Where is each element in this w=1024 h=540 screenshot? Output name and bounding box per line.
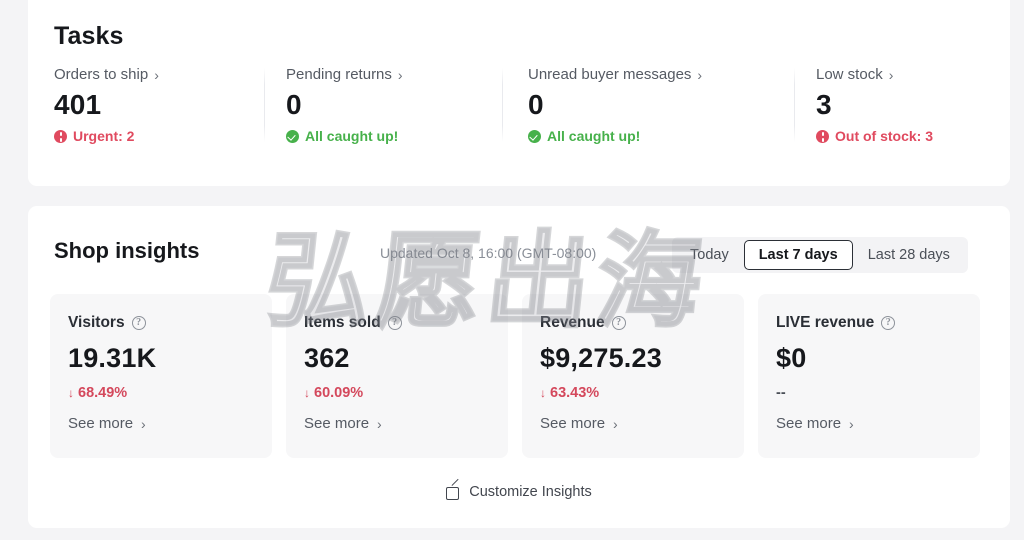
- task-item-low-stock[interactable]: Low stock › 3 Out of stock: 3: [816, 66, 1024, 144]
- chevron-right-icon: ›: [377, 415, 382, 432]
- metric-value: $0: [776, 343, 807, 373]
- task-status-text: Out of stock: 3: [835, 128, 934, 144]
- metric-header: LIVE revenue ?: [776, 314, 962, 332]
- chevron-right-icon: ›: [613, 415, 618, 432]
- task-status: All caught up!: [528, 128, 828, 144]
- task-divider: [502, 68, 503, 142]
- metric-header: Visitors ?: [68, 314, 254, 332]
- metric-header: Revenue ?: [540, 314, 726, 332]
- see-more-label: See more: [776, 415, 842, 432]
- metric-label: Items sold: [304, 314, 381, 331]
- metric-delta: ↓ 63.43%: [540, 385, 726, 401]
- alert-circle-icon: [54, 129, 67, 143]
- task-label-text: Unread buyer messages: [528, 66, 692, 83]
- question-circle-icon[interactable]: ?: [611, 316, 626, 330]
- task-label-text: Low stock: [816, 66, 883, 83]
- metric-value: 362: [304, 343, 350, 373]
- metric-delta-text: --: [776, 385, 786, 401]
- tab-last-7-days[interactable]: Last 7 days: [743, 240, 853, 270]
- see-more-label: See more: [540, 415, 606, 432]
- see-more-label: See more: [304, 415, 370, 432]
- task-divider: [794, 68, 795, 142]
- task-divider: [264, 68, 265, 142]
- metric-delta: ↓ 68.49%: [68, 385, 254, 401]
- question-circle-icon[interactable]: ?: [387, 316, 402, 330]
- task-label[interactable]: Pending returns ›: [286, 66, 522, 83]
- metric-delta-text: 63.43%: [550, 385, 600, 401]
- metric-label: Revenue: [540, 314, 605, 331]
- metric-card-visitors[interactable]: Visitors ? 19.31K ↓ 68.49% See more ›: [50, 294, 272, 458]
- metrics-row: Visitors ? 19.31K ↓ 68.49% See more › It…: [50, 294, 980, 458]
- metric-delta-text: 60.09%: [314, 385, 364, 401]
- question-circle-icon[interactable]: ?: [881, 316, 896, 330]
- see-more-link[interactable]: See more ›: [304, 415, 490, 432]
- task-status-text: Urgent: 2: [73, 128, 135, 144]
- alert-circle-icon: [816, 129, 829, 143]
- customize-insights-button[interactable]: Customize Insights: [28, 484, 1010, 500]
- task-status-text: All caught up!: [305, 128, 399, 144]
- metric-label: Visitors: [68, 314, 125, 331]
- chevron-right-icon: ›: [154, 66, 159, 83]
- task-label-text: Pending returns: [286, 66, 392, 83]
- task-value: 401: [54, 89, 102, 120]
- task-item-orders-to-ship[interactable]: Orders to ship › 401 Urgent: 2: [54, 66, 290, 144]
- date-range-tabs[interactable]: Today Last 7 days Last 28 days: [672, 237, 968, 273]
- metric-label: LIVE revenue: [776, 314, 875, 331]
- chevron-right-icon: ›: [697, 66, 703, 83]
- check-circle-icon: [286, 129, 299, 143]
- metric-delta-text: 68.49%: [78, 385, 128, 401]
- tasks-card: Tasks Orders to ship › 401 Urgent: 2 Pen…: [28, 0, 1010, 186]
- metric-value: 19.31K: [68, 343, 157, 373]
- tab-last-28-days[interactable]: Last 28 days: [853, 240, 965, 270]
- metric-card-live-revenue[interactable]: LIVE revenue ? $0 -- See more ›: [758, 294, 980, 458]
- metric-delta: ↓ 60.09%: [304, 385, 490, 401]
- edit-square-icon: [446, 485, 460, 500]
- metric-header: Items sold ?: [304, 314, 490, 332]
- check-circle-icon: [528, 129, 541, 143]
- task-label[interactable]: Orders to ship ›: [54, 66, 290, 83]
- tasks-row: Orders to ship › 401 Urgent: 2 Pending r…: [28, 66, 1010, 166]
- task-item-unread-buyer-messages[interactable]: Unread buyer messages › 0 All caught up!: [528, 66, 828, 144]
- task-value: 0: [286, 89, 302, 120]
- updated-timestamp: Updated Oct 8, 16:00 (GMT-08:00): [380, 245, 597, 261]
- task-label[interactable]: Low stock ›: [816, 66, 1024, 83]
- metric-delta: --: [776, 385, 962, 401]
- see-more-link[interactable]: See more ›: [68, 415, 254, 432]
- task-status-text: All caught up!: [547, 128, 641, 144]
- question-circle-icon[interactable]: ?: [131, 316, 146, 330]
- customize-insights-label: Customize Insights: [469, 484, 592, 500]
- task-label-text: Orders to ship: [54, 66, 149, 83]
- dashboard-page: 弘愿出海 Tasks Orders to ship › 401 Urgent: …: [0, 0, 1024, 540]
- task-value: 3: [816, 89, 832, 120]
- shop-insights-title: Shop insights: [54, 238, 200, 263]
- tasks-title: Tasks: [54, 22, 124, 50]
- arrow-down-icon: ↓: [304, 386, 310, 400]
- chevron-right-icon: ›: [141, 415, 146, 432]
- task-status: All caught up!: [286, 128, 522, 144]
- task-value: 0: [528, 89, 544, 120]
- task-label[interactable]: Unread buyer messages ›: [528, 66, 828, 83]
- arrow-down-icon: ↓: [540, 386, 546, 400]
- task-status: Urgent: 2: [54, 128, 290, 144]
- chevron-right-icon: ›: [397, 66, 403, 83]
- metric-value: $9,275.23: [540, 343, 662, 373]
- task-status: Out of stock: 3: [816, 128, 1024, 144]
- metric-card-revenue[interactable]: Revenue ? $9,275.23 ↓ 63.43% See more ›: [522, 294, 744, 458]
- see-more-link[interactable]: See more ›: [540, 415, 726, 432]
- arrow-down-icon: ↓: [68, 386, 74, 400]
- metric-card-items-sold[interactable]: Items sold ? 362 ↓ 60.09% See more ›: [286, 294, 508, 458]
- tab-today[interactable]: Today: [675, 240, 744, 270]
- task-item-pending-returns[interactable]: Pending returns › 0 All caught up!: [286, 66, 522, 144]
- chevron-right-icon: ›: [849, 415, 854, 432]
- see-more-link[interactable]: See more ›: [776, 415, 962, 432]
- see-more-label: See more: [68, 415, 134, 432]
- chevron-right-icon: ›: [888, 66, 894, 83]
